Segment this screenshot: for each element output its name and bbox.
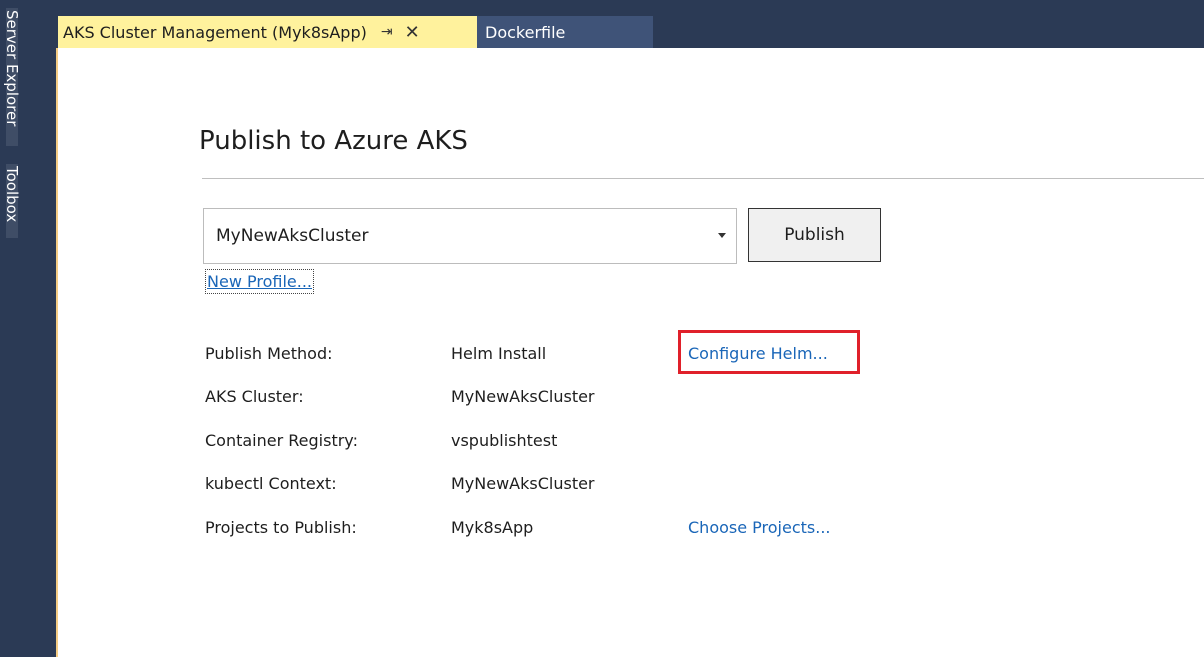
tab-aks-cluster-management[interactable]: AKS Cluster Management (Myk8sApp) ⇥ ✕: [58, 16, 477, 48]
publish-method-value: Helm Install: [451, 344, 547, 363]
profile-selected-value: MyNewAksCluster: [216, 226, 369, 246]
profile-dropdown[interactable]: MyNewAksCluster: [203, 208, 737, 264]
document-tab-bar: AKS Cluster Management (Myk8sApp) ⇥ ✕ Do…: [58, 0, 1204, 48]
tab-label: AKS Cluster Management (Myk8sApp): [63, 22, 367, 42]
tab-label: Dockerfile: [485, 22, 566, 42]
projects-to-publish-label: Projects to Publish:: [205, 518, 357, 537]
tab-dockerfile[interactable]: Dockerfile: [477, 16, 653, 48]
configure-helm-highlight: [678, 330, 860, 374]
app-window: Server Explorer Toolbox AKS Cluster Mana…: [0, 0, 1204, 657]
title-divider: [202, 178, 1204, 179]
publish-page: Publish to Azure AKS MyNewAksCluster Pub…: [58, 48, 1204, 657]
pin-icon[interactable]: ⇥: [381, 24, 393, 40]
projects-to-publish-value: Myk8sApp: [451, 518, 534, 537]
kubectl-context-label: kubectl Context:: [205, 474, 337, 493]
container-registry-value: vspublishtest: [451, 431, 558, 450]
close-icon[interactable]: ✕: [405, 22, 420, 43]
container-registry-label: Container Registry:: [205, 431, 358, 450]
publish-method-label: Publish Method:: [205, 344, 333, 363]
server-explorer-tab[interactable]: Server Explorer: [0, 10, 24, 126]
chevron-down-icon: [718, 233, 726, 238]
kubectl-context-value: MyNewAksCluster: [451, 474, 595, 493]
aks-cluster-label: AKS Cluster:: [205, 387, 304, 406]
aks-cluster-value: MyNewAksCluster: [451, 387, 595, 406]
new-profile-link[interactable]: New Profile...: [205, 269, 314, 294]
page-title: Publish to Azure AKS: [199, 126, 468, 156]
choose-projects-link[interactable]: Choose Projects...: [688, 518, 831, 537]
publish-button[interactable]: Publish: [748, 208, 881, 262]
toolbox-tab[interactable]: Toolbox: [0, 166, 24, 222]
left-dock-strip: Server Explorer Toolbox: [0, 0, 58, 657]
